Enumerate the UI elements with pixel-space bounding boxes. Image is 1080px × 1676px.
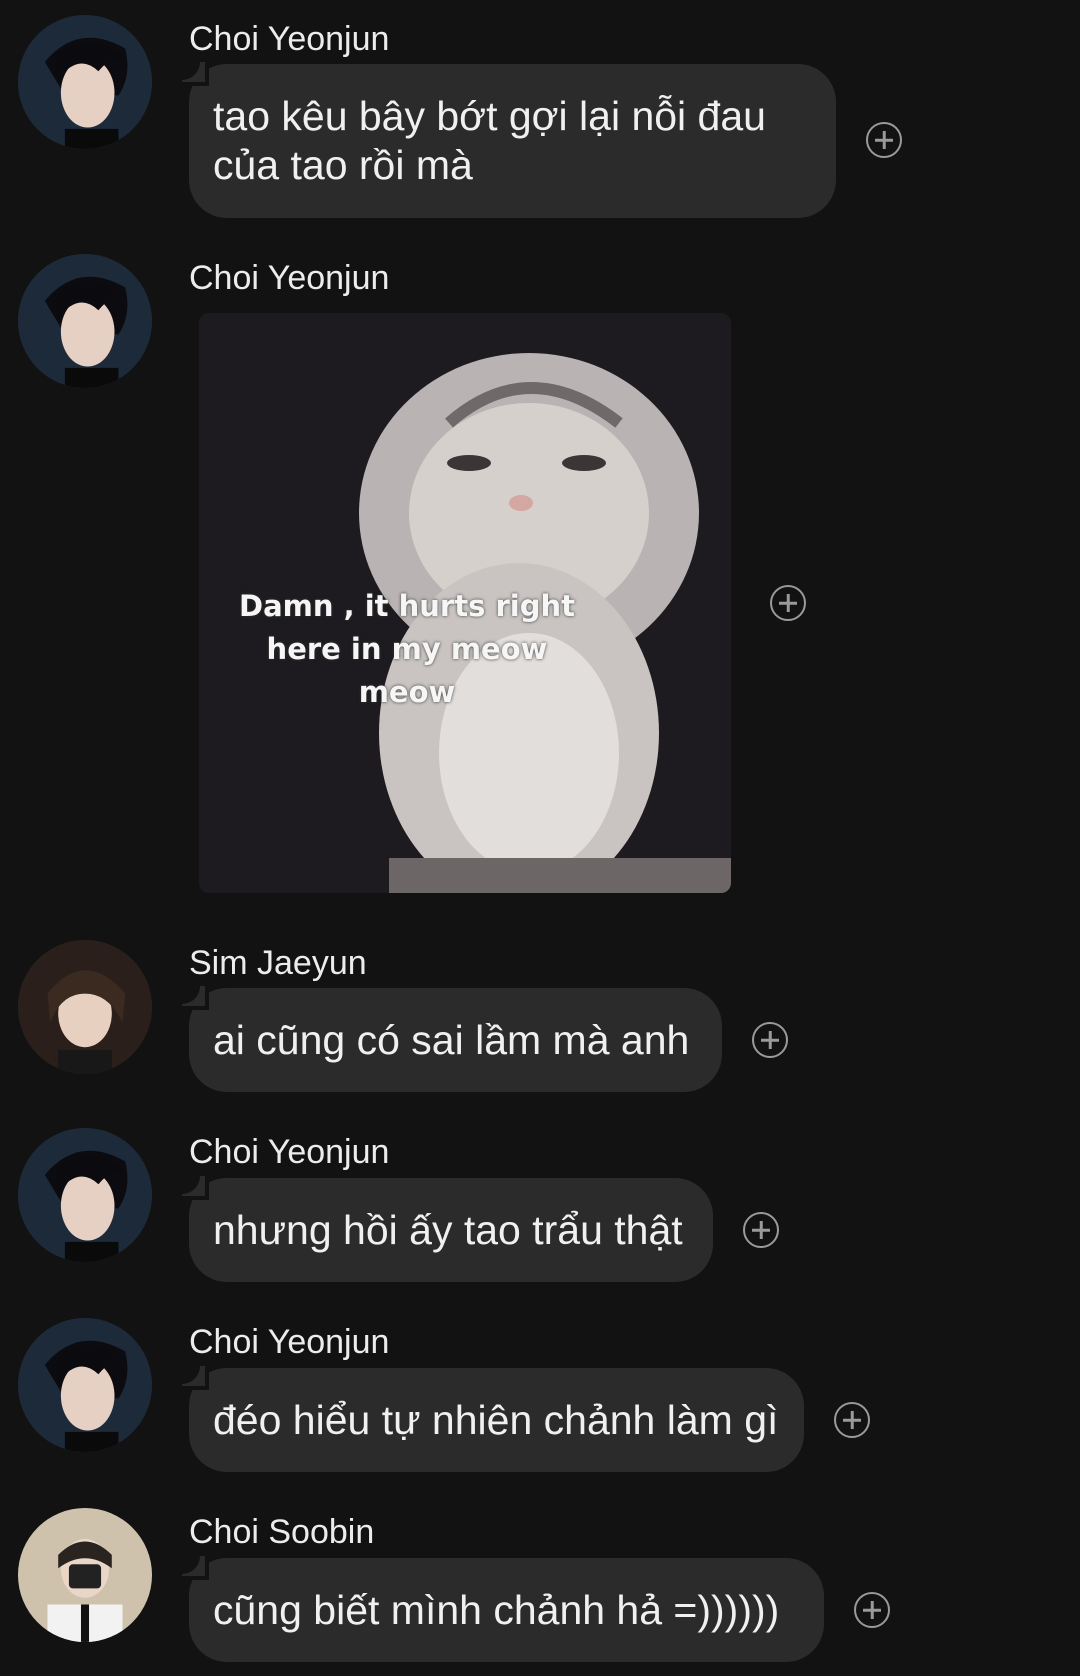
message-text: tao kêu bây bớt gợi lại nỗi đau của tao … <box>213 93 766 188</box>
sender-name: Choi Yeonjun <box>189 1133 390 1171</box>
sender-name: Choi Yeonjun <box>189 259 390 297</box>
add-reaction-icon[interactable] <box>743 1212 779 1248</box>
avatar[interactable] <box>18 1128 152 1262</box>
message-text: nhưng hồi ấy tao trẩu thật <box>213 1206 683 1253</box>
message-text: ai cũng có sai lầm mà anh <box>213 1016 690 1063</box>
message-text: cũng biết mình chảnh hả =)))))) <box>213 1586 780 1633</box>
sender-name: Choi Yeonjun <box>189 1323 390 1361</box>
message-bubble[interactable]: ai cũng có sai lầm mà anh <box>189 988 722 1092</box>
sender-name: Choi Soobin <box>189 1513 375 1551</box>
image-caption: Damn , it hurts right here in my meow me… <box>239 589 575 709</box>
avatar[interactable] <box>18 1508 152 1642</box>
avatar[interactable] <box>18 940 152 1074</box>
sender-name: Choi Yeonjun <box>189 20 390 58</box>
add-reaction-icon[interactable] <box>770 585 806 621</box>
avatar[interactable] <box>18 1318 152 1452</box>
sender-name: Sim Jaeyun <box>189 944 367 982</box>
message-bubble[interactable]: cũng biết mình chảnh hả =)))))) <box>189 1558 824 1662</box>
add-reaction-icon[interactable] <box>854 1592 890 1628</box>
message-bubble[interactable]: tao kêu bây bớt gợi lại nỗi đau của tao … <box>189 64 836 218</box>
message-bubble[interactable]: đéo hiểu tự nhiên chảnh làm gì <box>189 1368 804 1472</box>
shared-image[interactable]: Damn , it hurts right here in my meow me… <box>199 313 731 893</box>
message-bubble[interactable]: nhưng hồi ấy tao trẩu thật <box>189 1178 713 1282</box>
add-reaction-icon[interactable] <box>834 1402 870 1438</box>
avatar[interactable] <box>18 15 152 149</box>
avatar[interactable] <box>18 254 152 388</box>
add-reaction-icon[interactable] <box>752 1022 788 1058</box>
add-reaction-icon[interactable] <box>866 122 902 158</box>
message-text: đéo hiểu tự nhiên chảnh làm gì <box>213 1396 779 1443</box>
